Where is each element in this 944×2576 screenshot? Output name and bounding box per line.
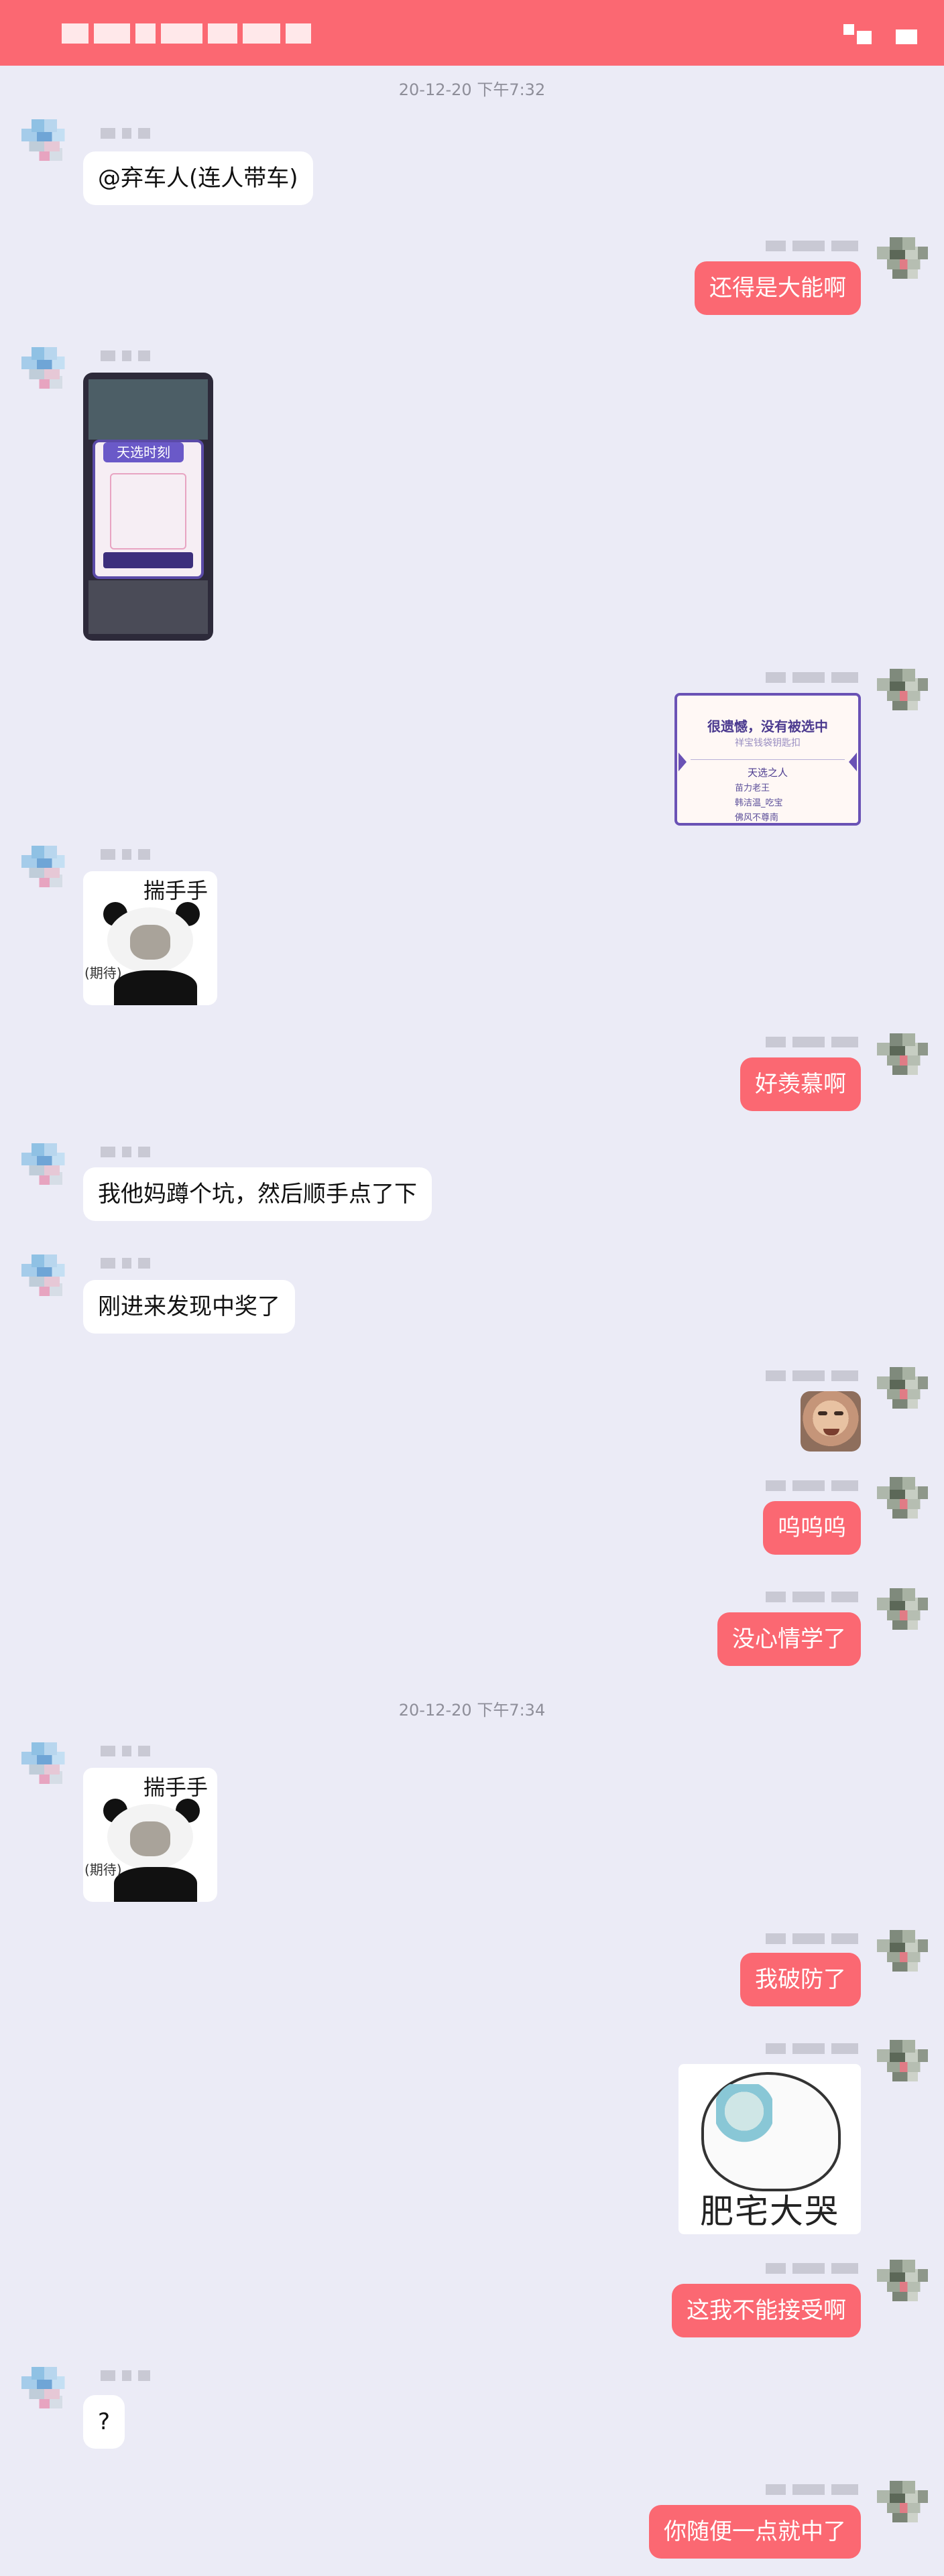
message-bubble[interactable]: ? xyxy=(83,2395,125,2449)
avatar[interactable] xyxy=(21,119,72,170)
sender-name-redacted xyxy=(766,2043,858,2055)
message-bubble[interactable]: 这我不能接受啊 xyxy=(672,2284,861,2337)
avatar[interactable] xyxy=(877,669,928,720)
avatar[interactable] xyxy=(21,1254,72,1305)
avatar[interactable] xyxy=(21,846,72,897)
chat-header xyxy=(0,0,944,66)
avatar[interactable] xyxy=(877,1367,928,1418)
popup-title: 天选时刻 xyxy=(103,442,184,462)
face-sticker[interactable] xyxy=(801,1391,861,1452)
screen-icon[interactable] xyxy=(843,24,872,44)
message-bubble[interactable]: 刚进来发现中奖了 xyxy=(83,1280,295,1334)
avatar[interactable] xyxy=(877,1477,928,1528)
sticker-caption: 揣手手 xyxy=(143,878,208,903)
winner-item: 苗力老王 xyxy=(735,783,770,793)
sender-name-redacted xyxy=(101,350,150,362)
sender-name-redacted xyxy=(766,1036,858,1048)
sticker-caption: 揣手手 xyxy=(143,1775,208,1800)
avatar[interactable] xyxy=(877,2040,928,2091)
sender-name-redacted xyxy=(766,240,858,252)
screenshot-lottery-image[interactable]: 天选时刻 xyxy=(83,373,213,641)
message-bubble[interactable]: 好羡慕啊 xyxy=(740,1057,861,1111)
message-bubble[interactable]: 我他妈蹲个坑，然后顺手点了下 xyxy=(83,1167,432,1221)
message-bubble[interactable]: 你随便一点就中了 xyxy=(649,2505,861,2559)
sticker-caption: 肥宅大哭 xyxy=(700,2192,839,2231)
message-bubble[interactable]: @弃车人(连人带车) xyxy=(83,151,313,205)
crying-sticker[interactable]: 肥宅大哭 xyxy=(678,2064,861,2234)
sender-name-redacted xyxy=(766,1591,858,1603)
panda-sticker[interactable]: 揣手手 (期待) xyxy=(83,871,217,1005)
result-title: 很遗憾，没有被选中 xyxy=(707,718,828,734)
avatar[interactable] xyxy=(877,237,928,288)
timestamp: 20-12-20 下午7:34 xyxy=(398,1701,546,1720)
result-card-image[interactable]: 很遗憾，没有被选中 祥宝钱袋钥匙扣 天选之人 苗力老王 韩洁温_吃宝 佛风不尊南 xyxy=(674,693,861,826)
more-icon[interactable] xyxy=(896,29,917,44)
avatar[interactable] xyxy=(877,2260,928,2311)
sender-name-redacted xyxy=(101,1257,150,1269)
sender-name-redacted xyxy=(101,2370,150,2382)
chat-title-redacted xyxy=(62,21,316,46)
sender-name-redacted xyxy=(101,127,150,139)
sticker-side-text: (期待) xyxy=(84,965,122,981)
sender-name-redacted xyxy=(766,2484,858,2496)
sender-name-redacted xyxy=(101,1745,150,1757)
avatar[interactable] xyxy=(877,2481,928,2532)
avatar[interactable] xyxy=(21,1742,72,1793)
timestamp: 20-12-20 下午7:32 xyxy=(398,80,546,99)
sender-name-redacted xyxy=(766,1933,858,1945)
avatar[interactable] xyxy=(21,347,72,398)
avatar[interactable] xyxy=(877,1033,928,1084)
message-bubble[interactable]: 呜呜呜 xyxy=(763,1501,861,1555)
panda-sticker[interactable]: 揣手手 (期待) xyxy=(83,1768,217,1902)
winner-list: 苗力老王 韩洁温_吃宝 佛风不尊南 xyxy=(735,781,783,823)
sender-name-redacted xyxy=(766,671,858,684)
sender-name-redacted xyxy=(101,848,150,860)
avatar[interactable] xyxy=(877,1930,928,1981)
message-bubble[interactable]: 我破防了 xyxy=(740,1953,861,2006)
winner-item: 韩洁温_吃宝 xyxy=(735,798,783,808)
avatar[interactable] xyxy=(877,1588,928,1639)
sticker-side-text: (期待) xyxy=(84,1862,122,1878)
result-list-head: 天选之人 xyxy=(747,767,788,779)
sender-name-redacted xyxy=(766,1370,858,1382)
sender-name-redacted xyxy=(766,1480,858,1492)
message-bubble[interactable]: 没心情学了 xyxy=(717,1612,861,1666)
avatar[interactable] xyxy=(21,2367,72,2418)
sender-name-redacted xyxy=(101,1146,150,1158)
message-bubble[interactable]: 还得是大能啊 xyxy=(695,261,861,315)
result-subtitle: 祥宝钱袋钥匙扣 xyxy=(735,738,801,749)
winner-item: 佛风不尊南 xyxy=(735,813,779,823)
avatar[interactable] xyxy=(21,1143,72,1194)
sender-name-redacted xyxy=(766,2262,858,2274)
